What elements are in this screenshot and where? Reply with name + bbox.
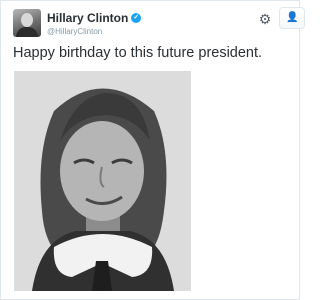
author-display-name[interactable]: Hillary Clinton xyxy=(47,11,128,25)
avatar-head-shape xyxy=(21,13,33,27)
verified-badge-icon: ✓ xyxy=(131,13,142,23)
follow-user-icon: 👤 xyxy=(286,12,299,23)
tweet-photo[interactable] xyxy=(14,71,191,291)
gear-icon[interactable]: ⚙ xyxy=(257,11,273,27)
tweet-card: Hillary Clinton ✓ @HillaryClinton ⚙ 👤 Ha… xyxy=(0,0,305,300)
photo-illustration xyxy=(14,71,191,291)
avatar-body-shape xyxy=(16,27,38,37)
follow-button[interactable]: 👤 xyxy=(279,7,305,29)
author-handle[interactable]: @HillaryClinton xyxy=(47,27,102,36)
tweet-text: Happy birthday to this future president. xyxy=(13,45,263,61)
author-avatar[interactable] xyxy=(13,9,41,37)
author-name-row: Hillary Clinton ✓ xyxy=(47,11,142,25)
